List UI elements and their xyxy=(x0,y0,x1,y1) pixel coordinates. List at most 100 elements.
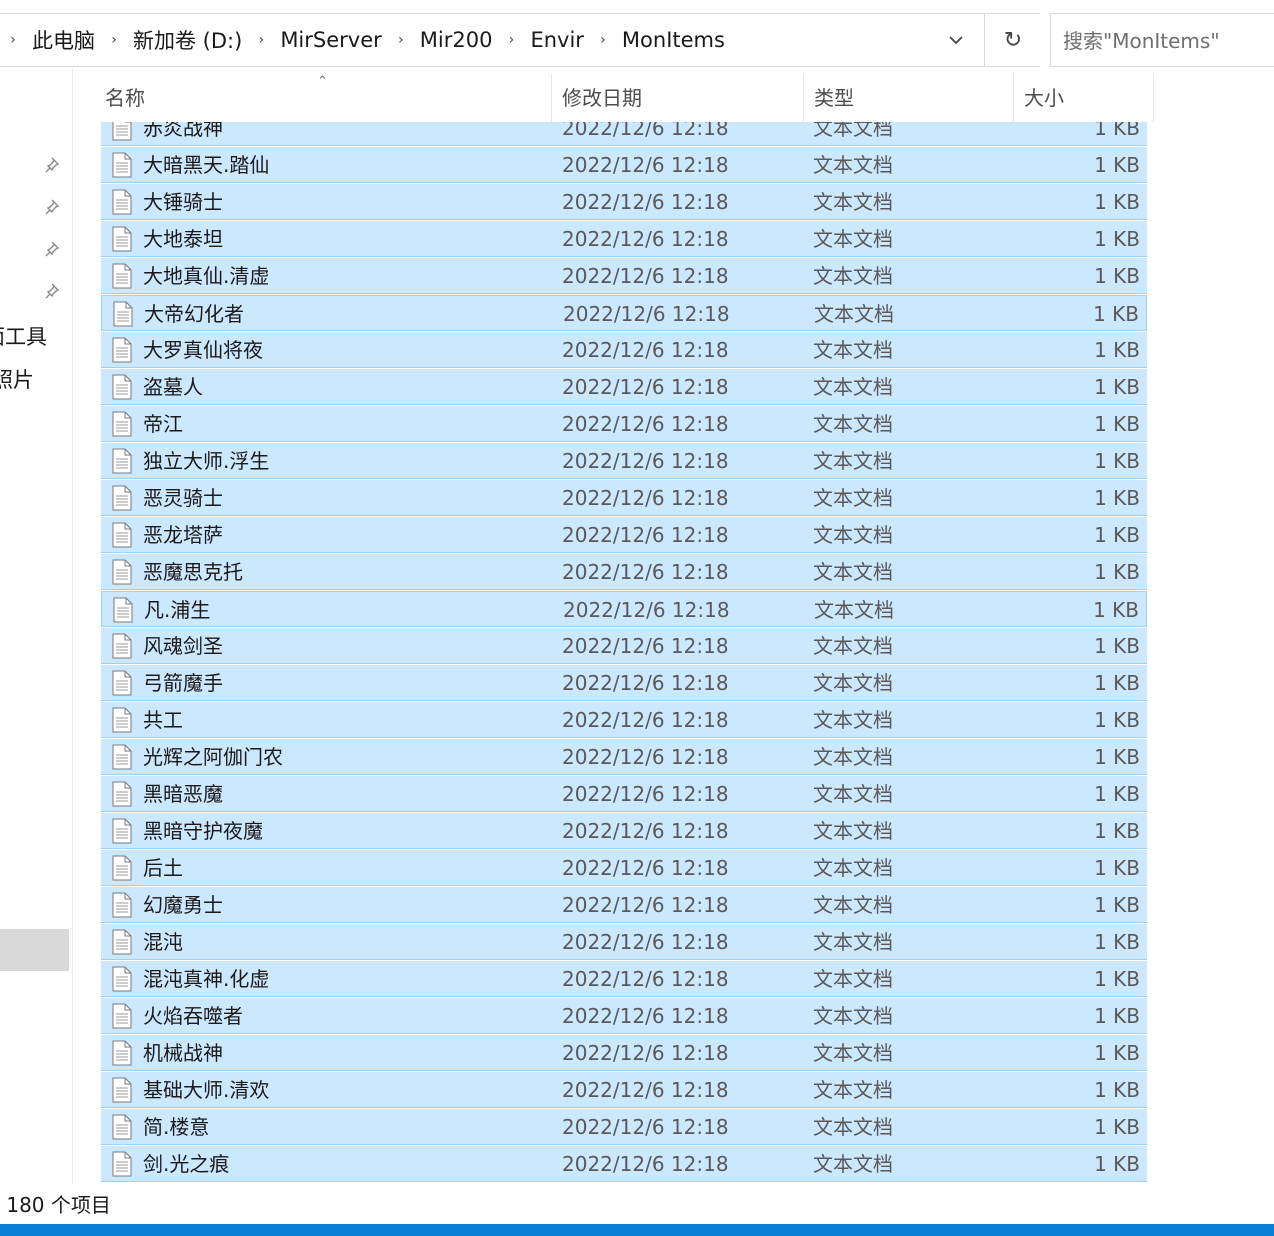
file-row[interactable]: 风魂剑圣 2022/12/6 12:18 文本文档 1 KB xyxy=(101,628,1147,664)
navigation-pane[interactable]: 面工具 照片 xyxy=(0,68,73,1184)
column-header-type[interactable]: 类型 xyxy=(804,74,1013,120)
chevron-right-icon[interactable]: › xyxy=(498,32,524,48)
file-row[interactable]: 大锤骑士 2022/12/6 12:18 文本文档 1 KB xyxy=(101,184,1147,220)
column-header-date[interactable]: 修改日期 xyxy=(552,74,803,120)
file-name[interactable]: 恶灵骑士 xyxy=(143,480,223,516)
file-date: 2022/12/6 12:18 xyxy=(562,1152,729,1176)
file-row[interactable]: 赤炎战神 2022/12/6 12:18 文本文档 1 KB xyxy=(101,122,1147,146)
file-name[interactable]: 黑暗守护夜魔 xyxy=(143,813,263,849)
file-name[interactable]: 大锤骑士 xyxy=(143,184,223,220)
file-row[interactable]: 大暗黑天.踏仙 2022/12/6 12:18 文本文档 1 KB xyxy=(101,147,1147,183)
file-type: 文本文档 xyxy=(813,708,893,732)
file-row[interactable]: 大帝幻化者 2022/12/6 12:18 文本文档 1 KB xyxy=(101,295,1147,331)
nav-item-photos[interactable]: 照片 xyxy=(0,364,34,394)
file-name[interactable]: 剑.光之痕 xyxy=(143,1146,229,1182)
nav-item-desktop-tools[interactable]: 面工具 xyxy=(0,321,47,351)
file-row[interactable]: 混沌 2022/12/6 12:18 文本文档 1 KB xyxy=(101,924,1147,960)
file-row[interactable]: 剑.光之痕 2022/12/6 12:18 文本文档 1 KB xyxy=(101,1146,1147,1182)
column-header-size[interactable]: 大小 xyxy=(1014,74,1153,120)
file-name[interactable]: 大暗黑天.踏仙 xyxy=(143,147,269,183)
file-list[interactable]: 赤炎战神 2022/12/6 12:18 文本文档 1 KB 大暗黑天.踏仙 2022/1… xyxy=(101,122,1147,1184)
text-file-icon xyxy=(111,263,133,289)
breadcrumb-envir[interactable]: Envir xyxy=(524,28,589,52)
refresh-button[interactable]: ↻ xyxy=(984,14,1041,66)
file-name[interactable]: 基础大师.清欢 xyxy=(143,1072,269,1108)
file-name[interactable]: 大帝幻化者 xyxy=(144,296,244,332)
chevron-right-icon[interactable]: › xyxy=(590,32,616,48)
file-row[interactable]: 恶龙塔萨 2022/12/6 12:18 文本文档 1 KB xyxy=(101,517,1147,553)
file-row[interactable]: 混沌真神.化虚 2022/12/6 12:18 文本文档 1 KB xyxy=(101,961,1147,997)
breadcrumb-mirserver[interactable]: MirServer xyxy=(274,28,387,52)
breadcrumb-this-pc[interactable]: 此电脑 xyxy=(26,25,101,55)
file-row[interactable]: 盗墓人 2022/12/6 12:18 文本文档 1 KB xyxy=(101,369,1147,405)
address-bar[interactable]: › 此电脑 › 新加卷 (D:) › MirServer › Mir200 › … xyxy=(0,13,1040,67)
file-name[interactable]: 混沌 xyxy=(143,924,183,960)
file-name[interactable]: 大地泰坦 xyxy=(143,221,223,257)
column-divider[interactable] xyxy=(1153,74,1154,122)
file-name[interactable]: 简.楼意 xyxy=(143,1109,209,1145)
file-name[interactable]: 凡.浦生 xyxy=(144,592,210,628)
file-row[interactable]: 黑暗守护夜魔 2022/12/6 12:18 文本文档 1 KB xyxy=(101,813,1147,849)
file-name[interactable]: 火焰吞噬者 xyxy=(143,998,243,1034)
file-row[interactable]: 幻魔勇士 2022/12/6 12:18 文本文档 1 KB xyxy=(101,887,1147,923)
file-size: 1 KB xyxy=(1094,523,1140,547)
file-name[interactable]: 独立大师.浮生 xyxy=(143,443,269,479)
file-type: 文本文档 xyxy=(813,1041,893,1065)
file-row[interactable]: 恶魔思克托 2022/12/6 12:18 文本文档 1 KB xyxy=(101,554,1147,590)
file-row[interactable]: 大罗真仙将夜 2022/12/6 12:18 文本文档 1 KB xyxy=(101,332,1147,368)
file-name[interactable]: 恶魔思克托 xyxy=(143,554,243,590)
file-name[interactable]: 共工 xyxy=(143,702,183,738)
file-name[interactable]: 弓箭魔手 xyxy=(143,665,223,701)
search-input[interactable] xyxy=(1061,26,1274,56)
file-name[interactable]: 大罗真仙将夜 xyxy=(143,332,263,368)
chevron-right-icon[interactable]: › xyxy=(101,32,127,48)
file-row[interactable]: 帝江 2022/12/6 12:18 文本文档 1 KB xyxy=(101,406,1147,442)
file-row[interactable]: 后土 2022/12/6 12:18 文本文档 1 KB xyxy=(101,850,1147,886)
search-box[interactable] xyxy=(1050,13,1274,67)
file-row[interactable]: 光辉之阿伽门农 2022/12/6 12:18 文本文档 1 KB xyxy=(101,739,1147,775)
file-row[interactable]: 黑暗恶魔 2022/12/6 12:18 文本文档 1 KB xyxy=(101,776,1147,812)
file-row[interactable]: 火焰吞噬者 2022/12/6 12:18 文本文档 1 KB xyxy=(101,998,1147,1034)
file-type: 文本文档 xyxy=(813,264,893,288)
file-name[interactable]: 机械战神 xyxy=(143,1035,223,1071)
file-name[interactable]: 风魂剑圣 xyxy=(143,628,223,664)
file-name[interactable]: 黑暗恶魔 xyxy=(143,776,223,812)
file-row[interactable]: 弓箭魔手 2022/12/6 12:18 文本文档 1 KB xyxy=(101,665,1147,701)
file-row[interactable]: 恶灵骑士 2022/12/6 12:18 文本文档 1 KB xyxy=(101,480,1147,516)
file-name[interactable]: 后土 xyxy=(143,850,183,886)
file-name[interactable]: 盗墓人 xyxy=(143,369,203,405)
chevron-right-icon[interactable]: › xyxy=(0,32,26,48)
address-history-dropdown[interactable] xyxy=(930,14,982,66)
file-size: 1 KB xyxy=(1094,153,1140,177)
file-date: 2022/12/6 12:18 xyxy=(562,523,729,547)
file-type: 文本文档 xyxy=(813,375,893,399)
breadcrumb-mir200[interactable]: Mir200 xyxy=(414,28,499,52)
file-row[interactable]: 大地泰坦 2022/12/6 12:18 文本文档 1 KB xyxy=(101,221,1147,257)
file-row[interactable]: 共工 2022/12/6 12:18 文本文档 1 KB xyxy=(101,702,1147,738)
file-size: 1 KB xyxy=(1093,598,1139,622)
breadcrumb-monitems[interactable]: MonItems xyxy=(616,28,731,52)
chevron-right-icon[interactable]: › xyxy=(248,32,274,48)
file-name[interactable]: 幻魔勇士 xyxy=(143,887,223,923)
pin-icon xyxy=(45,241,60,257)
file-name[interactable]: 赤炎战神 xyxy=(143,122,223,146)
file-name[interactable]: 光辉之阿伽门农 xyxy=(143,739,283,775)
file-row[interactable]: 大地真仙.清虚 2022/12/6 12:18 文本文档 1 KB xyxy=(101,258,1147,294)
file-row[interactable]: 简.楼意 2022/12/6 12:18 文本文档 1 KB xyxy=(101,1109,1147,1145)
file-row[interactable]: 凡.浦生 2022/12/6 12:18 文本文档 1 KB xyxy=(101,591,1147,627)
chevron-right-icon[interactable]: › xyxy=(388,32,414,48)
file-row[interactable]: 机械战神 2022/12/6 12:18 文本文档 1 KB xyxy=(101,1035,1147,1071)
nav-item-selected[interactable] xyxy=(0,929,69,971)
file-name[interactable]: 帝江 xyxy=(143,406,183,442)
file-row[interactable]: 独立大师.浮生 2022/12/6 12:18 文本文档 1 KB xyxy=(101,443,1147,479)
file-row[interactable]: 基础大师.清欢 2022/12/6 12:18 文本文档 1 KB xyxy=(101,1072,1147,1108)
text-file-icon xyxy=(111,448,133,474)
chevron-down-icon xyxy=(949,36,963,45)
breadcrumb-drive-d[interactable]: 新加卷 (D:) xyxy=(127,25,248,55)
text-file-icon xyxy=(111,1114,133,1140)
column-header-name[interactable]: 名称 xyxy=(95,74,551,120)
file-name[interactable]: 混沌真神.化虚 xyxy=(143,961,269,997)
file-name[interactable]: 大地真仙.清虚 xyxy=(143,258,269,294)
file-type: 文本文档 xyxy=(813,449,893,473)
file-name[interactable]: 恶龙塔萨 xyxy=(143,517,223,553)
